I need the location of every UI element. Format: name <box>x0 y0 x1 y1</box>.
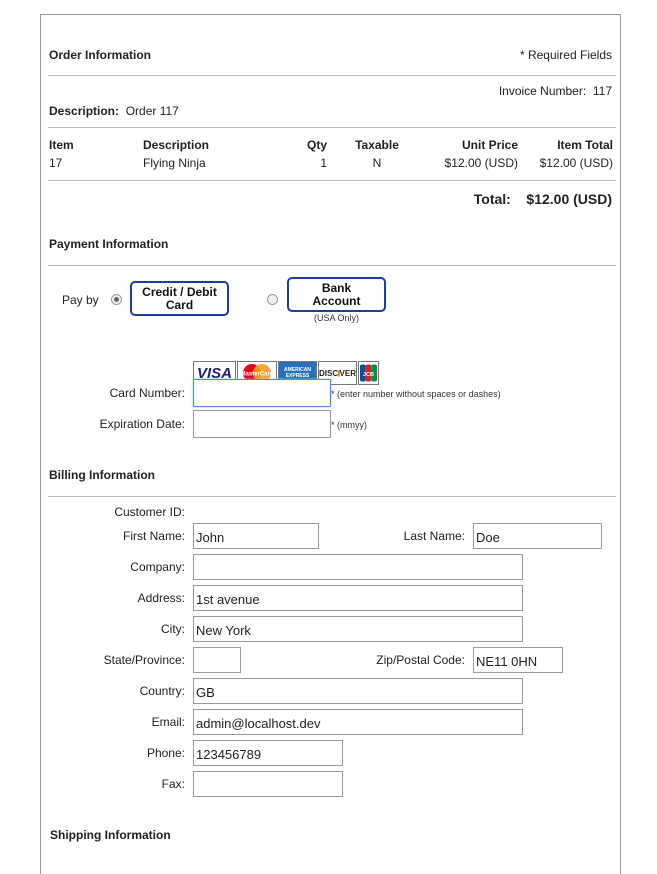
order-divider <box>48 75 616 76</box>
address-input[interactable] <box>193 585 523 611</box>
country-input[interactable] <box>193 678 523 704</box>
state-province-label: State/Province: <box>103 653 185 667</box>
credit-label-line2: Card <box>165 297 194 312</box>
pay-by-bank-radio[interactable] <box>267 294 278 305</box>
bank-usa-only-note: (USA Only) <box>313 313 359 323</box>
billing-information-heading: Billing Information <box>49 468 155 482</box>
company-input[interactable] <box>193 554 523 580</box>
required-fields-note: * Required Fields <box>519 48 612 62</box>
expiration-date-label: Expiration Date: <box>99 417 185 431</box>
description-value: Order 117 <box>125 104 179 118</box>
address-label: Address: <box>137 591 185 605</box>
row-unit-price: $12.00 (USD) <box>444 156 518 170</box>
invoice-number: Invoice Number: 117 <box>499 84 612 98</box>
bank-label-line1: Bank <box>321 280 352 295</box>
bank-label-line2: Account <box>312 293 361 308</box>
total-label: Total: <box>473 191 511 207</box>
col-taxable-header: Taxable <box>355 138 399 152</box>
jcb-logo-icon: JCB <box>358 361 379 385</box>
order-total: Total: $12.00 (USD) <box>474 191 612 207</box>
last-name-input[interactable] <box>473 523 602 549</box>
items-divider-bottom <box>48 180 616 181</box>
payment-form-frame: Order Information * Required Fields Invo… <box>40 14 621 874</box>
shipping-information-heading: Shipping Information <box>50 828 171 842</box>
row-item-total: $12.00 (USD) <box>539 156 613 170</box>
order-description: Description: Order 117 <box>49 104 179 118</box>
zip-postal-code-input[interactable] <box>473 647 563 673</box>
row-qty: 1 <box>320 156 327 170</box>
card-number-label: Card Number: <box>109 386 185 400</box>
first-name-label: First Name: <box>122 529 185 543</box>
col-item-total-header: Item Total <box>557 138 613 152</box>
city-input[interactable] <box>193 616 523 642</box>
row-taxable: N <box>372 156 382 170</box>
company-label: Company: <box>130 560 185 574</box>
col-item-header: Item <box>49 138 74 152</box>
fax-input[interactable] <box>193 771 343 797</box>
credit-label-line1: Credit / Debit <box>142 284 217 299</box>
card-number-input[interactable] <box>193 379 331 407</box>
state-province-input[interactable] <box>193 647 241 673</box>
expiration-date-hint: * (mmyy) <box>331 420 367 430</box>
card-number-hint: * (enter number without spaces or dashes… <box>331 389 501 399</box>
city-label: City: <box>161 622 185 636</box>
col-unit-price-header: Unit Price <box>461 138 518 152</box>
credit-debit-card-button[interactable]: Credit / Debit Card <box>130 281 229 316</box>
row-description: Flying Ninja <box>143 156 206 170</box>
invoice-value: 117 <box>592 84 612 98</box>
description-label: Description: <box>49 104 120 118</box>
total-value: $12.00 (USD) <box>526 191 612 207</box>
svg-text:MasterCard: MasterCard <box>240 372 273 378</box>
email-label: Email: <box>151 715 185 729</box>
phone-input[interactable] <box>193 740 343 766</box>
pay-by-card-radio[interactable] <box>111 294 122 305</box>
phone-label: Phone: <box>146 746 185 760</box>
country-label: Country: <box>139 684 185 698</box>
order-information-heading: Order Information <box>49 48 152 62</box>
zip-postal-code-label: Zip/Postal Code: <box>376 653 465 667</box>
pay-by-label: Pay by <box>62 293 99 307</box>
expiration-date-input[interactable] <box>193 410 331 438</box>
last-name-label: Last Name: <box>403 529 465 543</box>
payment-information-heading: Payment Information <box>49 237 169 251</box>
email-input[interactable] <box>193 709 523 735</box>
row-item: 17 <box>49 156 63 170</box>
col-qty-header: Qty <box>306 138 327 152</box>
fax-label: Fax: <box>161 777 185 791</box>
customer-id-label: Customer ID: <box>114 505 185 519</box>
bank-account-button[interactable]: Bank Account <box>287 277 386 312</box>
payment-divider <box>48 265 616 266</box>
items-divider-top <box>48 127 616 128</box>
svg-text:JCB: JCB <box>363 372 374 378</box>
invoice-label: Invoice Number: <box>498 84 587 98</box>
first-name-input[interactable] <box>193 523 319 549</box>
col-description-header: Description <box>143 138 210 152</box>
billing-divider <box>48 496 616 497</box>
